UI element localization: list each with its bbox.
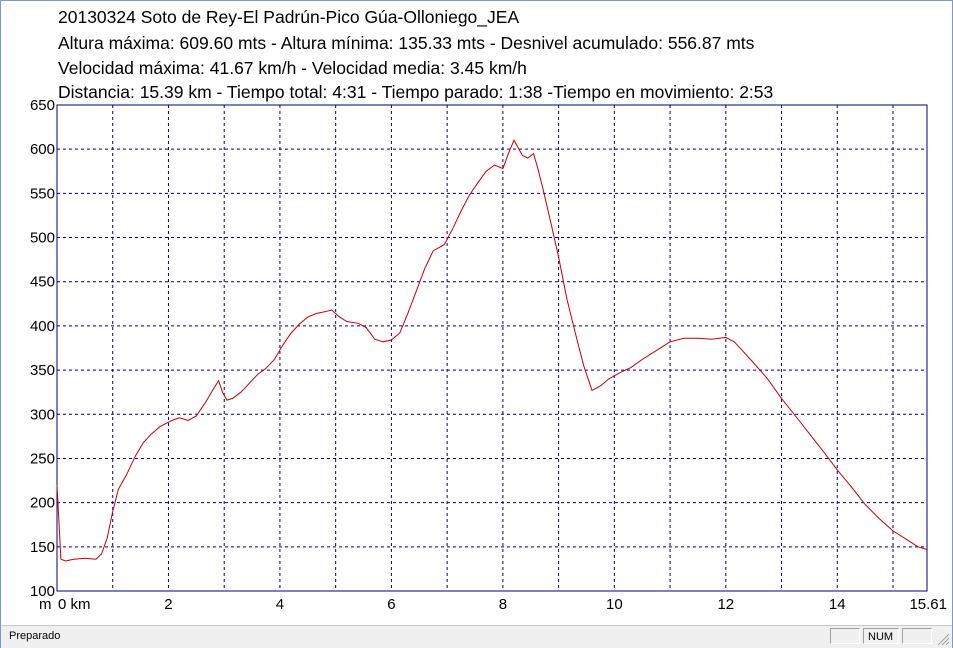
status-bar: Preparado NUM (1, 625, 952, 648)
y-tick-label: 150 (30, 539, 55, 556)
y-tick-label: 350 (30, 362, 55, 379)
y-tick-label: 400 (30, 318, 55, 335)
x-tick-label: 12 (717, 596, 734, 613)
x-tick-label: 6 (387, 596, 395, 613)
chart-grid (57, 105, 927, 591)
y-tick-label: 500 (30, 230, 55, 247)
app-window: 20130324 Soto de Rey-El Padrún-Pico Gúa-… (0, 0, 953, 648)
y-tick-label: 600 (30, 141, 55, 158)
x-tick-label: 15.61 (909, 596, 947, 613)
x-tick-label: 8 (499, 596, 507, 613)
plot-frame (56, 104, 928, 592)
x-axis-ticks: 0 km 2 4 6 8 10 12 14 15.61 (58, 596, 947, 613)
y-tick-label: 250 (30, 450, 55, 467)
y-tick-label: 450 (30, 274, 55, 291)
status-text: Preparado (9, 630, 61, 642)
status-panel-caps (830, 628, 860, 644)
y-tick-label: 550 (30, 185, 55, 202)
elevation-series-line (56, 139, 928, 562)
x-tick-label: 10 (606, 596, 623, 613)
x-axis-unit-label: m (39, 596, 52, 613)
x-tick-label: 2 (164, 596, 172, 613)
status-panel-scroll (902, 628, 932, 644)
x-tick-label: 4 (276, 596, 284, 613)
status-panel-num: NUM (863, 628, 899, 644)
y-tick-label: 200 (30, 495, 55, 512)
y-tick-label: 300 (30, 406, 55, 423)
elevation-profile-chart: 100150200250300350400450500550600650 0 k… (30, 97, 947, 613)
x-tick-label: 14 (829, 596, 846, 613)
y-axis-ticks: 100150200250300350400450500550600650 (30, 97, 55, 600)
y-tick-label: 650 (30, 97, 55, 114)
x-tick-label: 0 km (58, 596, 91, 613)
resize-grip-icon[interactable] (936, 632, 950, 646)
